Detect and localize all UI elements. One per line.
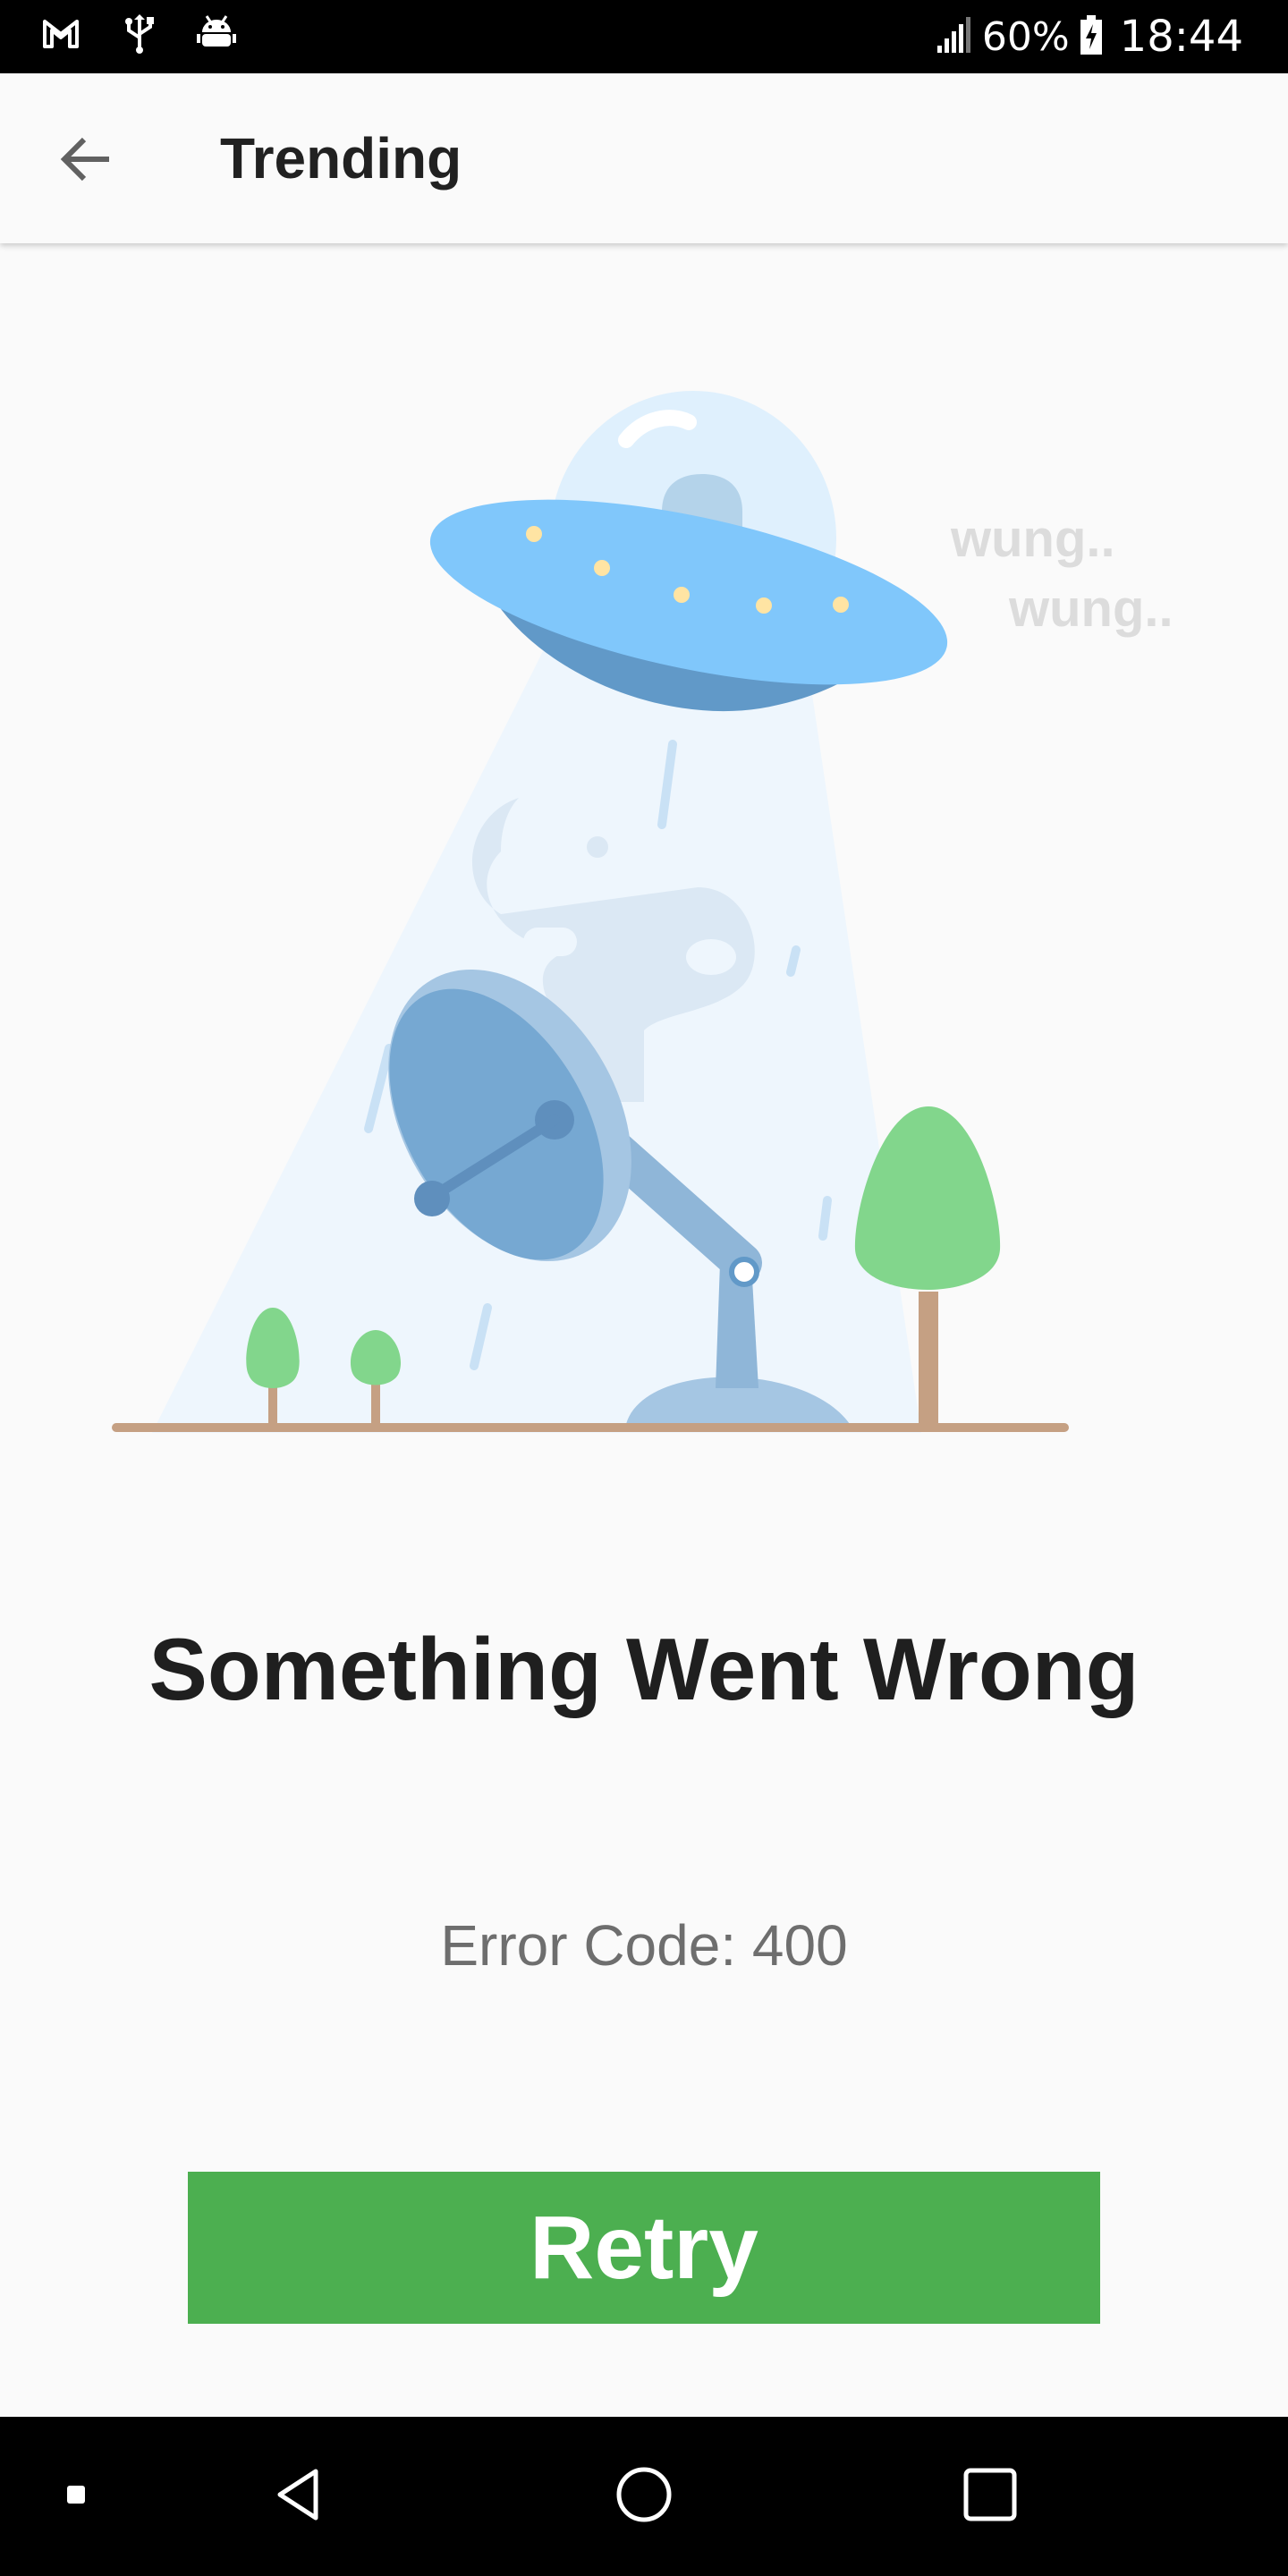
ufo xyxy=(429,391,948,712)
sound-text-1: wung.. xyxy=(950,510,1115,568)
system-status: 60% 18:44 xyxy=(934,9,1243,64)
arrow-left-icon xyxy=(57,131,114,192)
back-button[interactable] xyxy=(43,118,129,204)
error-illustration: wung.. wung.. xyxy=(0,243,1288,1496)
signal-icon xyxy=(934,15,973,58)
app-bar: Trending xyxy=(0,73,1288,243)
home-circle-icon xyxy=(614,2465,674,2529)
error-code: Error Code: 400 xyxy=(440,1913,848,1978)
nav-home-button[interactable] xyxy=(604,2456,684,2537)
nav-overview-button[interactable] xyxy=(950,2456,1030,2537)
sound-text-2: wung.. xyxy=(1008,580,1174,638)
status-bar: 60% 18:44 xyxy=(0,0,1288,73)
usb-icon xyxy=(122,13,157,55)
battery-charging-icon xyxy=(1079,13,1104,60)
gmail-icon xyxy=(39,13,82,55)
retry-button[interactable]: Retry xyxy=(188,2172,1100,2324)
recent-dot-icon xyxy=(65,2484,87,2510)
error-title: Something Went Wrong xyxy=(148,1620,1140,1718)
android-debug-icon xyxy=(197,13,236,55)
overview-square-icon xyxy=(962,2466,1019,2528)
recent-dot-button[interactable] xyxy=(36,2456,116,2537)
page-title: Trending xyxy=(220,126,462,191)
system-nav-bar xyxy=(0,2417,1288,2576)
notification-icons xyxy=(39,13,236,55)
battery-percent: 60% xyxy=(981,13,1070,60)
nav-back-button[interactable] xyxy=(259,2456,340,2537)
back-triangle-icon xyxy=(271,2466,328,2528)
clock: 18:44 xyxy=(1119,12,1243,62)
